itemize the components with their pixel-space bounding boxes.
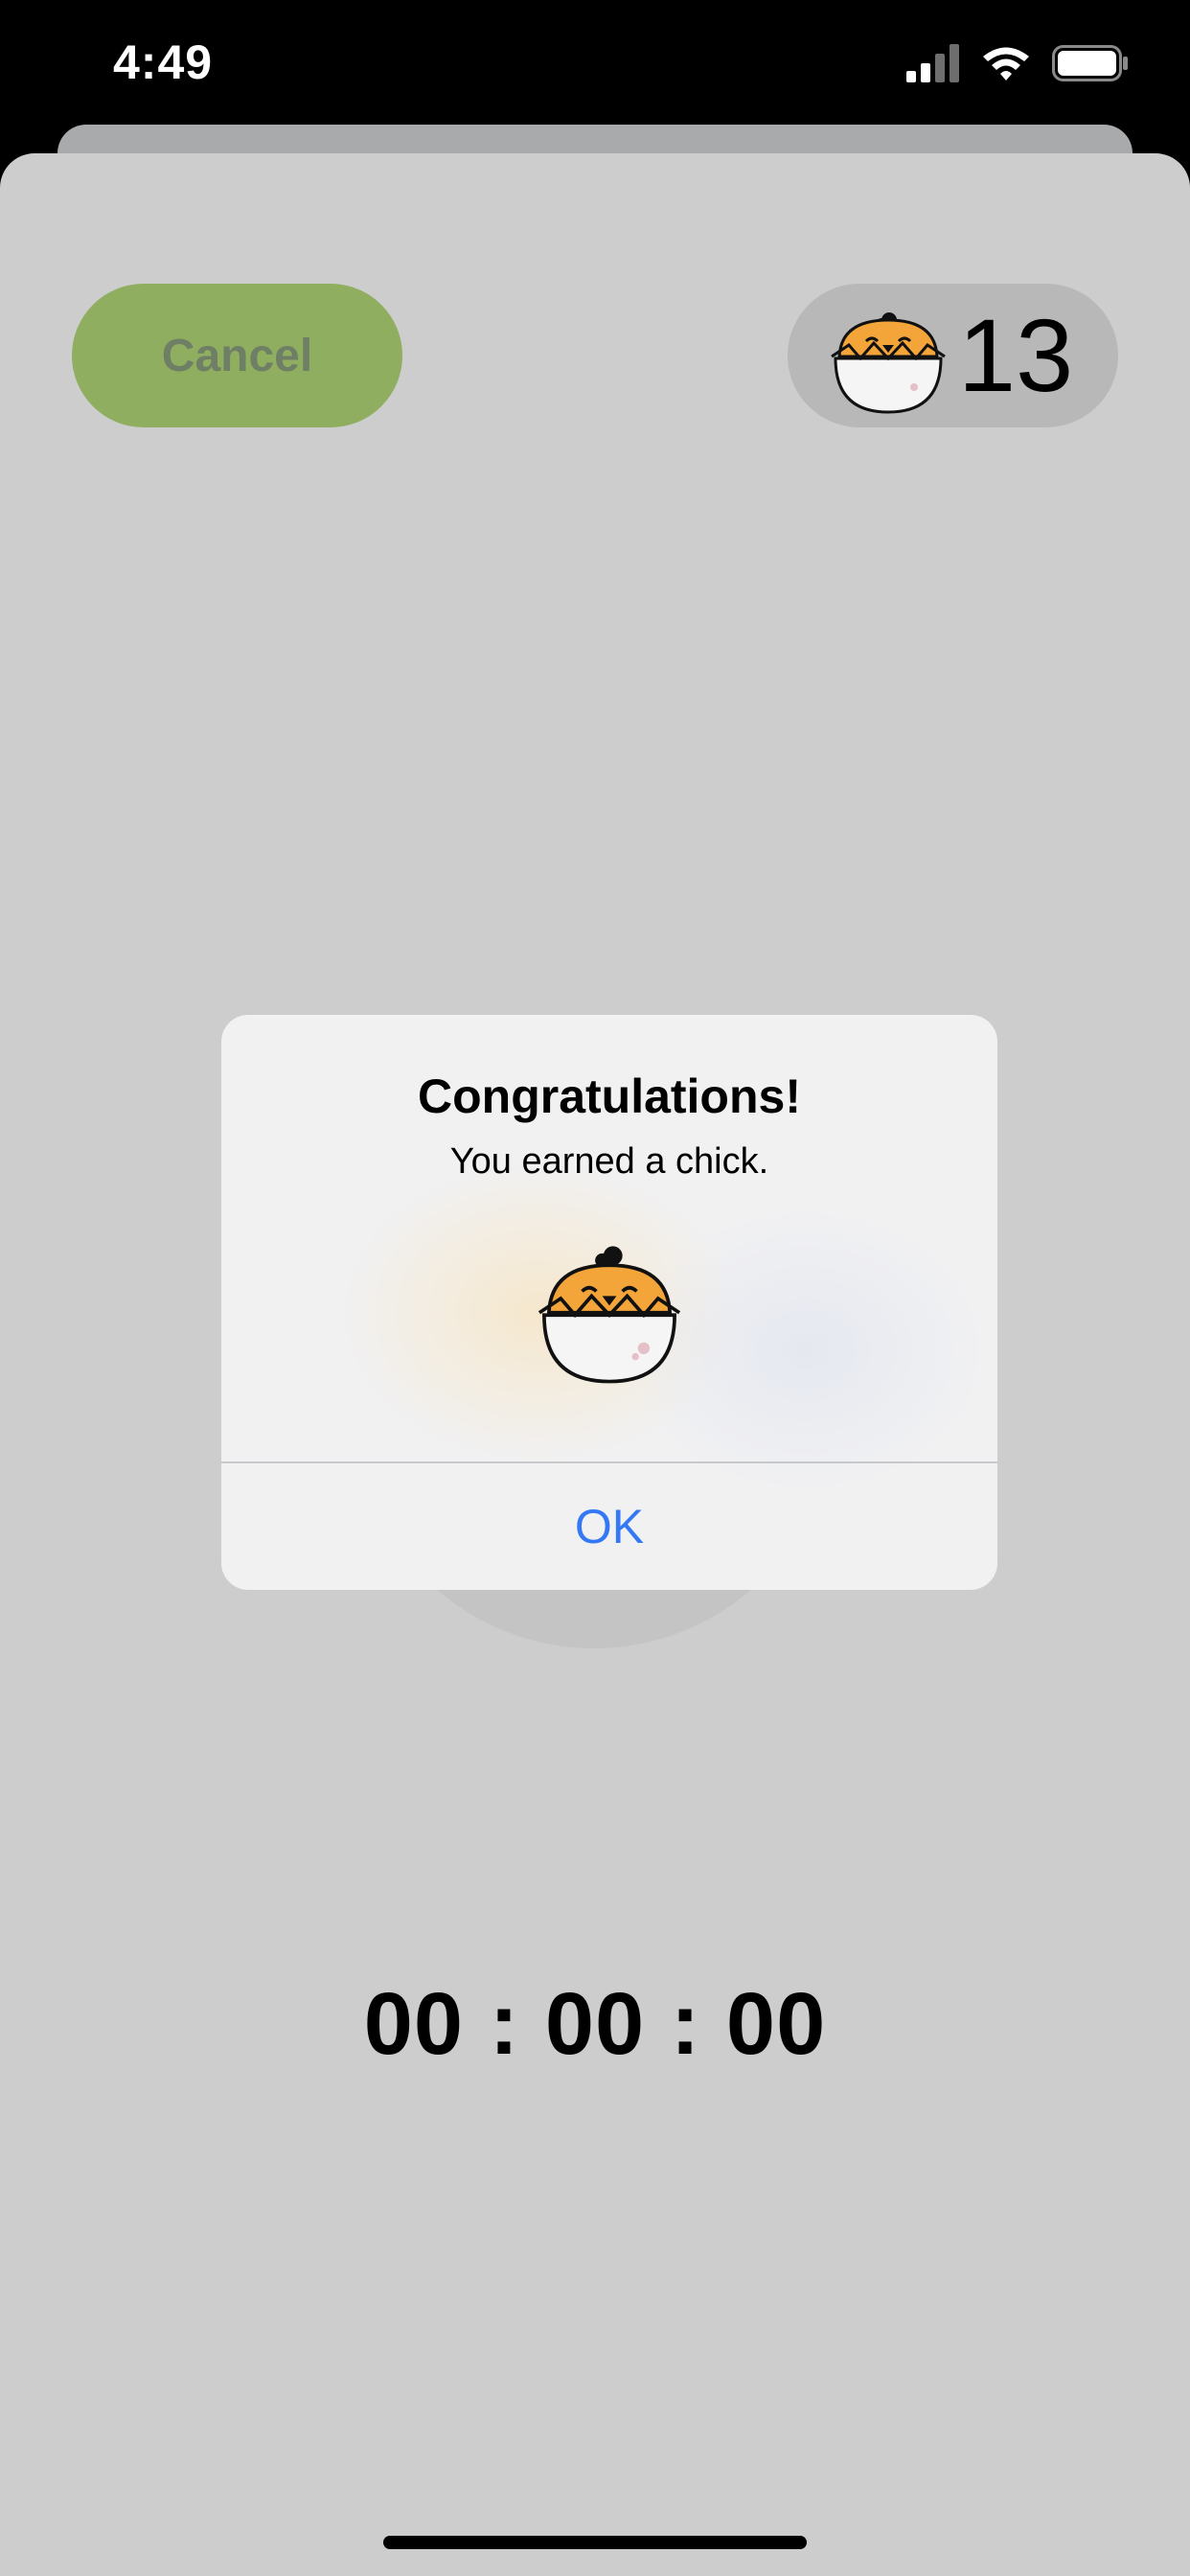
ok-button[interactable]: OK <box>221 1463 997 1590</box>
home-indicator[interactable] <box>383 2536 807 2549</box>
chick-count: 13 <box>958 297 1074 413</box>
chick-in-egg-icon <box>831 312 946 414</box>
congratulations-alert: Congratulations! You earned a chick. OK <box>221 1015 997 1590</box>
timer-display: 00 : 00 : 00 <box>363 1975 827 2073</box>
status-bar: 4:49 <box>0 0 1190 134</box>
chick-counter: 13 <box>788 284 1118 427</box>
wifi-icon <box>983 47 1029 80</box>
status-icons <box>906 42 1129 84</box>
app-screen: 4:49 Cancel 13 00: 00: 00 Congratulati… <box>0 0 1190 2576</box>
status-time: 4:49 <box>113 35 214 89</box>
cancel-button[interactable]: Cancel <box>72 284 402 427</box>
battery-icon <box>1052 45 1128 81</box>
cellular-signal-icon <box>906 44 959 82</box>
alert-title: Congratulations! <box>418 1070 801 1123</box>
alert-message: You earned a chick. <box>449 1141 769 1182</box>
chick-in-egg-icon <box>538 1246 681 1384</box>
